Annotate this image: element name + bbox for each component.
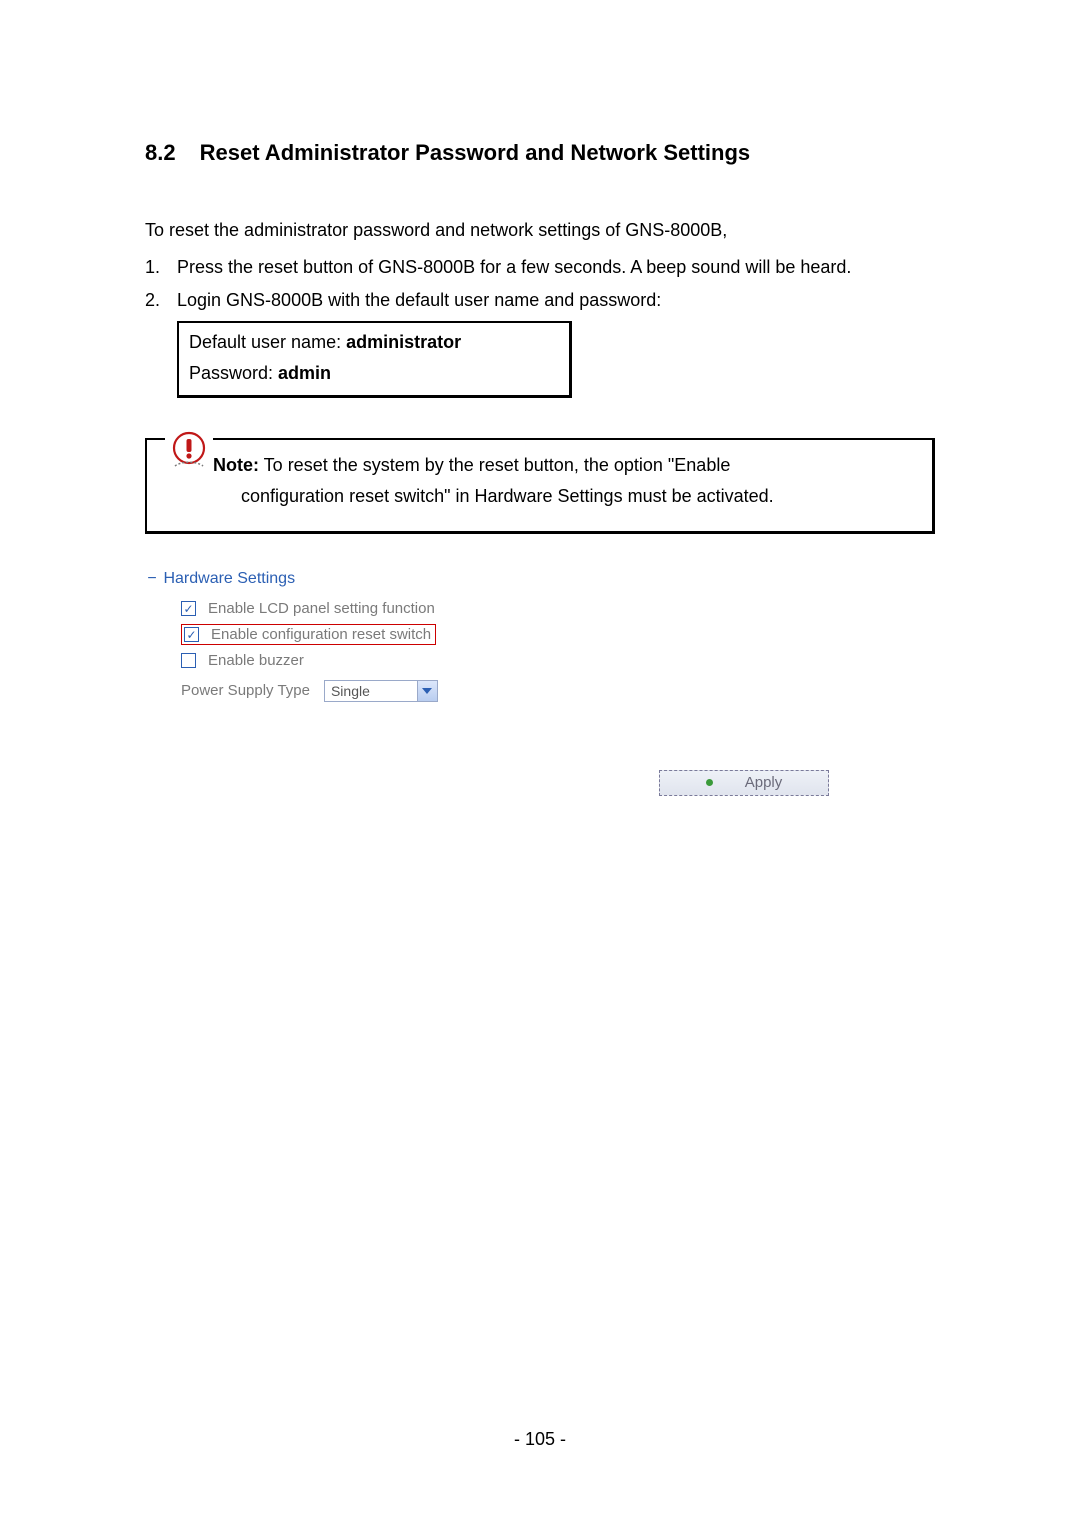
apply-button[interactable]: Apply: [659, 770, 829, 796]
note-label: Note:: [213, 455, 259, 475]
section-number: 8.2: [145, 140, 176, 166]
step-2-number: 2.: [145, 284, 177, 317]
chevron-down-icon[interactable]: [417, 681, 437, 701]
step-1: 1.Press the reset button of GNS-8000B fo…: [145, 251, 935, 284]
option-lcd-row: ✓ Enable LCD panel setting function: [181, 596, 935, 622]
status-dot-icon: [706, 779, 713, 786]
power-supply-label: Power Supply Type: [181, 682, 310, 699]
username-value: administrator: [346, 332, 461, 352]
note-text: Note: To reset the system by the reset b…: [161, 450, 918, 513]
power-supply-row: Power Supply Type Single: [181, 676, 935, 706]
note-line2: configuration reset switch" in Hardware …: [213, 481, 918, 513]
hardware-settings-panel: − Hardware Settings ✓ Enable LCD panel s…: [145, 570, 935, 706]
checkbox-buzzer[interactable]: [181, 653, 196, 668]
step-1-text: Press the reset button of GNS-8000B for …: [177, 257, 851, 277]
option-buzzer-label: Enable buzzer: [208, 652, 304, 669]
step-1-number: 1.: [145, 251, 177, 284]
note-line1: To reset the system by the reset button,…: [259, 455, 730, 475]
default-username-row: Default user name: administrator: [189, 327, 559, 358]
checkbox-lcd[interactable]: ✓: [181, 601, 196, 616]
intro-text: To reset the administrator password and …: [145, 216, 935, 245]
note-box: Note: To reset the system by the reset b…: [145, 438, 935, 534]
hardware-settings-header[interactable]: − Hardware Settings: [145, 570, 935, 588]
default-password-row: Password: admin: [189, 358, 559, 389]
password-label: Password:: [189, 363, 278, 383]
page-number: - 105 -: [0, 1429, 1080, 1450]
steps-list: 1.Press the reset button of GNS-8000B fo…: [145, 251, 935, 318]
hardware-settings-title: Hardware Settings: [163, 570, 295, 587]
credentials-box: Default user name: administrator Passwor…: [177, 321, 572, 397]
highlighted-option: ✓ Enable configuration reset switch: [181, 624, 436, 645]
step-2-text: Login GNS-8000B with the default user na…: [177, 290, 661, 310]
password-value: admin: [278, 363, 331, 383]
section-heading: 8.2 Reset Administrator Password and Netw…: [145, 140, 935, 166]
step-2: 2.Login GNS-8000B with the default user …: [145, 284, 935, 317]
power-supply-select[interactable]: Single: [324, 680, 438, 702]
username-label: Default user name:: [189, 332, 346, 352]
apply-label: Apply: [745, 774, 783, 791]
option-reset-label: Enable configuration reset switch: [211, 626, 431, 643]
power-supply-value: Single: [325, 681, 417, 701]
option-lcd-label: Enable LCD panel setting function: [208, 600, 435, 617]
alert-icon: [165, 430, 213, 475]
option-buzzer-row: Enable buzzer: [181, 648, 935, 674]
collapse-icon[interactable]: −: [145, 570, 159, 588]
checkbox-reset[interactable]: ✓: [184, 627, 199, 642]
section-title-text: Reset Administrator Password and Network…: [200, 140, 751, 165]
option-reset-row: ✓ Enable configuration reset switch: [181, 622, 935, 648]
